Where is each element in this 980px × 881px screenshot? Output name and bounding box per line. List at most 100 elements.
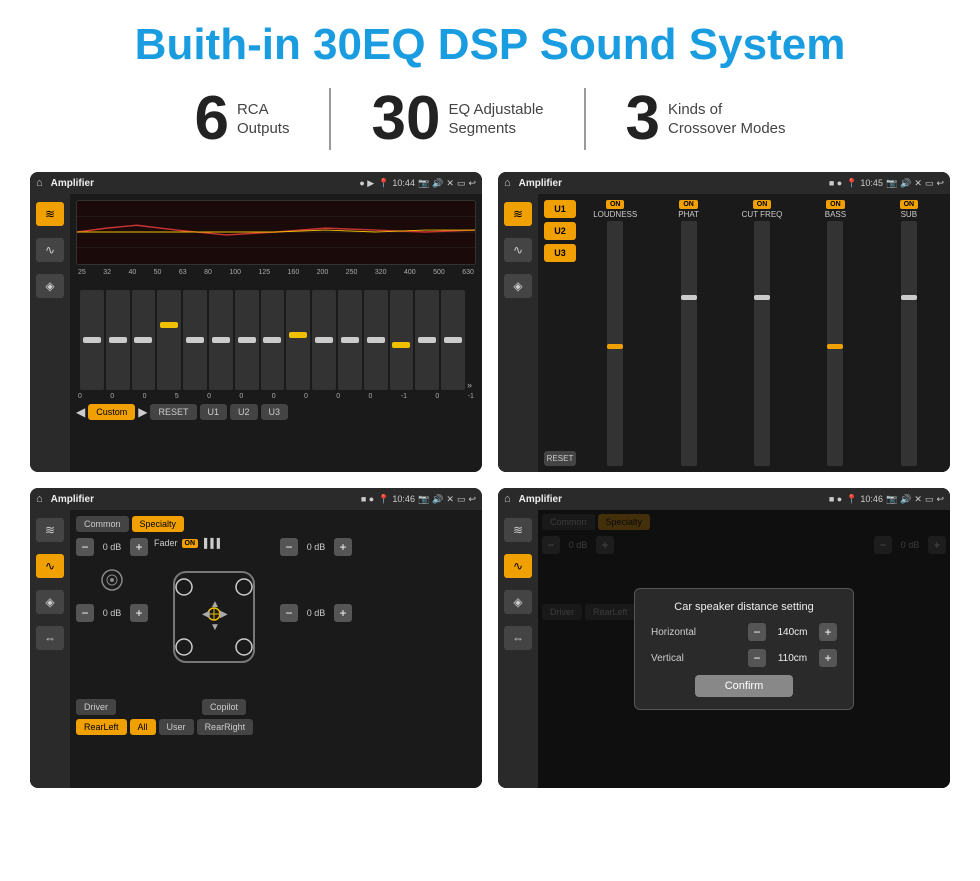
tab-common-3[interactable]: Common: [76, 516, 129, 532]
slider-2[interactable]: [106, 290, 130, 390]
on-badge-phat: ON: [679, 200, 698, 209]
phat-slider[interactable]: [681, 221, 697, 466]
wave-icon-3[interactable]: ∿: [36, 554, 64, 578]
svg-text:◀: ◀: [202, 609, 210, 620]
bottom-btns-3b: RearLeft All User RearRight: [76, 719, 476, 735]
car-layout: Fader ON ▌▌▌: [154, 538, 274, 693]
horizontal-minus[interactable]: −: [748, 623, 766, 641]
left-sidebar-3: ≋ ∿ ◈ ⇔: [30, 510, 70, 788]
preset-col: U1 U2 U3 RESET: [544, 200, 576, 466]
speaker-icon-mid: [76, 560, 148, 600]
channel-phat-header: ON PHAT: [678, 200, 699, 219]
slider-6[interactable]: [209, 290, 233, 390]
amp-content: U1 U2 U3 RESET ON LOUDNESS: [544, 200, 944, 466]
minus-btn-3[interactable]: −: [280, 538, 298, 556]
horizontal-plus[interactable]: +: [819, 623, 837, 641]
vol-row-2: − 0 dB +: [76, 604, 148, 622]
u2-preset[interactable]: U2: [544, 222, 576, 240]
rearright-btn[interactable]: RearRight: [197, 719, 254, 735]
channel-cutfreq-header: ON CUT FREQ: [742, 200, 783, 219]
eq-icon-2[interactable]: ≋: [504, 202, 532, 226]
copilot-btn[interactable]: Copilot: [202, 699, 246, 715]
fader-label: Fader: [154, 538, 178, 548]
rect-icon-1: ▭: [457, 178, 466, 189]
wave-icon-1[interactable]: ∿: [36, 238, 64, 262]
vol-val-2: 0 dB: [98, 608, 126, 618]
slider-5[interactable]: [183, 290, 207, 390]
vertical-plus[interactable]: +: [819, 649, 837, 667]
speaker-icon-1[interactable]: ◈: [36, 274, 64, 298]
dialog-row-vertical: Vertical − 110cm +: [651, 649, 837, 667]
vol-val-4: 0 dB: [302, 608, 330, 618]
rearleft-btn[interactable]: RearLeft: [76, 719, 127, 735]
eq-icon-1[interactable]: ≋: [36, 202, 64, 226]
sub-handle: [901, 295, 917, 300]
reset-button-1[interactable]: RESET: [150, 404, 196, 420]
slider-14[interactable]: [415, 290, 439, 390]
vol-val-3: 0 dB: [302, 542, 330, 552]
arrow-icon-4[interactable]: ⇔: [504, 626, 532, 650]
eq-chart: [76, 200, 476, 265]
reset-button-2[interactable]: RESET: [544, 451, 576, 466]
values-row: 0005000000-10-1: [76, 393, 476, 400]
user-btn[interactable]: User: [159, 719, 194, 735]
tabs-row-3: Common Specialty: [76, 516, 476, 532]
bass-slider[interactable]: [827, 221, 843, 466]
speaker-icon-3[interactable]: ◈: [36, 590, 64, 614]
wave-icon-2[interactable]: ∿: [504, 238, 532, 262]
custom-button[interactable]: Custom: [88, 404, 135, 420]
all-btn[interactable]: All: [130, 719, 156, 735]
u1-preset[interactable]: U1: [544, 200, 576, 218]
topbar-4: ⌂ Amplifier ■ ● 📍 10:46 📷 🔊 ✕ ▭ ↩: [498, 488, 950, 510]
minus-btn-1[interactable]: −: [76, 538, 94, 556]
channel-phat: ON PHAT: [653, 200, 723, 466]
slider-11[interactable]: [338, 290, 362, 390]
stat-eq: 30 EQ AdjustableSegments: [331, 88, 585, 150]
speaker-icon-2[interactable]: ◈: [504, 274, 532, 298]
car-svg: ◀ ▶ ▲ ▼: [154, 552, 274, 677]
plus-btn-2[interactable]: +: [130, 604, 148, 622]
eq-icon-4[interactable]: ≋: [504, 518, 532, 542]
loudness-slider[interactable]: [607, 221, 623, 466]
wave-icon-4[interactable]: ∿: [504, 554, 532, 578]
sub-slider[interactable]: [901, 221, 917, 466]
plus-btn-4[interactable]: +: [334, 604, 352, 622]
plus-btn-3[interactable]: +: [334, 538, 352, 556]
arrow-icon-3[interactable]: ⇔: [36, 626, 64, 650]
bass-handle: [827, 344, 843, 349]
eq-icon-3[interactable]: ≋: [36, 518, 64, 542]
tab-specialty-3[interactable]: Specialty: [132, 516, 185, 532]
vol-row-4: − 0 dB +: [280, 604, 352, 622]
slider-12[interactable]: [364, 290, 388, 390]
slider-7[interactable]: [235, 290, 259, 390]
confirm-button[interactable]: Confirm: [695, 675, 794, 697]
driver-btn[interactable]: Driver: [76, 699, 116, 715]
u3-preset[interactable]: U3: [544, 244, 576, 262]
slider-10[interactable]: [312, 290, 336, 390]
stat-rca: 6 RCAOutputs: [154, 88, 331, 150]
plus-btn-1[interactable]: +: [130, 538, 148, 556]
vertical-minus[interactable]: −: [748, 649, 766, 667]
minus-btn-2[interactable]: −: [76, 604, 94, 622]
slider-8[interactable]: [261, 290, 285, 390]
dot-icons-4: ■ ●: [829, 494, 842, 504]
dialog-label-horizontal: Horizontal: [651, 627, 696, 638]
speaker-icon-4[interactable]: ◈: [504, 590, 532, 614]
slider-1[interactable]: [80, 290, 104, 390]
u1-button-1[interactable]: U1: [200, 404, 228, 420]
u2-button-1[interactable]: U2: [230, 404, 258, 420]
next-button[interactable]: ▶: [138, 405, 147, 419]
cutfreq-slider[interactable]: [754, 221, 770, 466]
slider-3[interactable]: [132, 290, 156, 390]
slider-13[interactable]: [390, 290, 414, 390]
ch-label-cutfreq: CUT FREQ: [742, 210, 783, 219]
prev-button[interactable]: ◀: [76, 405, 85, 419]
content-area-2: ≋ ∿ ◈ U1 U2 U3 RESET: [498, 194, 950, 472]
minus-btn-4[interactable]: −: [280, 604, 298, 622]
slider-15[interactable]: [441, 290, 465, 390]
slider-4[interactable]: [157, 290, 181, 390]
u3-button-1[interactable]: U3: [261, 404, 289, 420]
vertical-ctrl: − 110cm +: [748, 649, 837, 667]
slider-9[interactable]: [286, 290, 310, 390]
forward-icon: »: [467, 380, 472, 390]
